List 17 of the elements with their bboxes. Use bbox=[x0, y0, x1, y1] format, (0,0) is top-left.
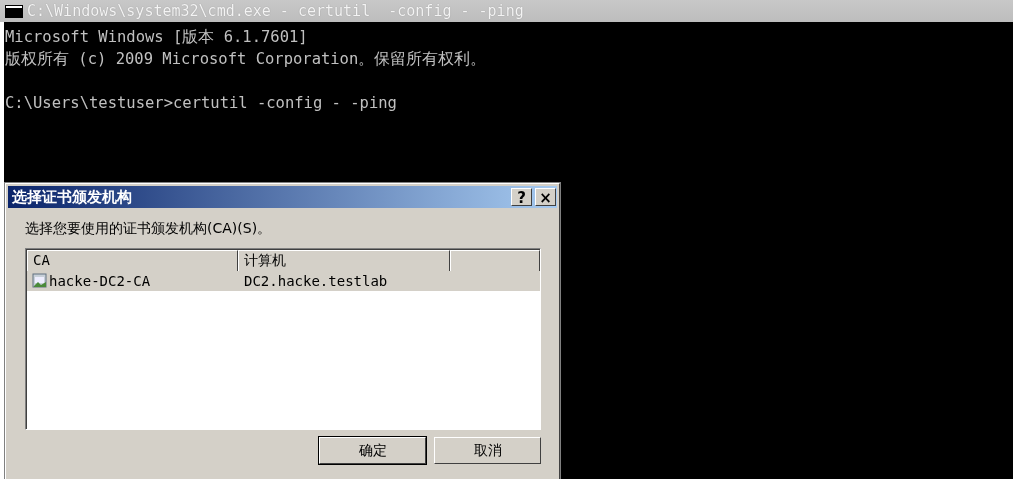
column-header[interactable]: 计算机 bbox=[238, 250, 450, 272]
dialog-title: 选择证书颁发机构 bbox=[12, 187, 133, 207]
console-icon bbox=[5, 4, 23, 18]
command-line: C:\Users\testuser>certutil -config - -ping bbox=[5, 93, 398, 114]
console-line: Microsoft Windows [版本 6.1.7601] bbox=[5, 27, 309, 48]
console-line: 版权所有 (c) 2009 Microsoft Corporation。保留所有权利。 bbox=[5, 49, 488, 70]
close-button[interactable]: × bbox=[535, 188, 556, 206]
cancel-button[interactable]: 取消 bbox=[434, 437, 541, 464]
ok-button[interactable]: 确定 bbox=[319, 437, 426, 464]
server-icon bbox=[32, 273, 48, 289]
table-cell: DC2.hacke.testlab bbox=[244, 273, 388, 289]
help-button[interactable]: ? bbox=[511, 188, 532, 206]
list-row[interactable]: hacke-DC2-CA DC2.hacke.testlab bbox=[27, 271, 540, 291]
table-cell: hacke-DC2-CA bbox=[49, 273, 151, 289]
column-header[interactable]: CA bbox=[27, 250, 238, 272]
column-header[interactable] bbox=[450, 250, 540, 272]
dialog-prompt: 选择您要使用的证书颁发机构(CA)(S)。 bbox=[25, 220, 273, 238]
